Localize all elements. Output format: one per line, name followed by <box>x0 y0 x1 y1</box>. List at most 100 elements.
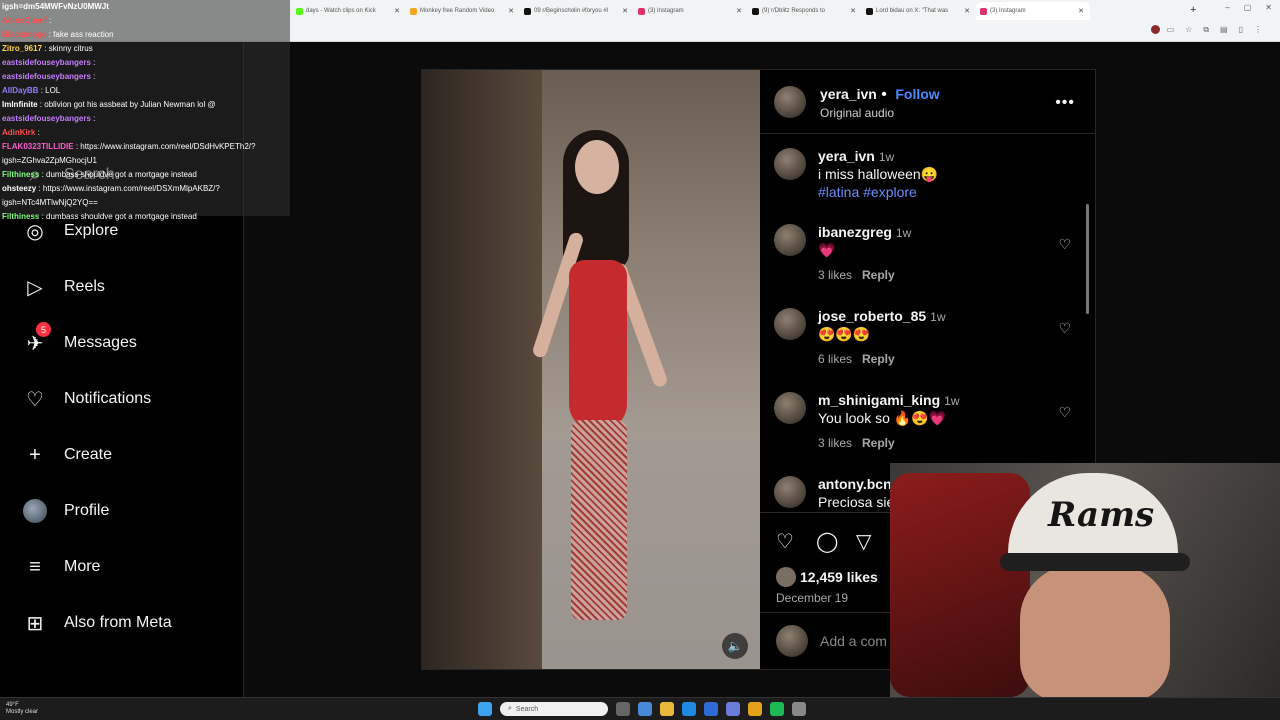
chrome-icon[interactable] <box>748 702 762 716</box>
share-icon[interactable]: ▽ <box>856 529 871 554</box>
comment-avatar[interactable] <box>774 308 806 340</box>
close-tab-icon[interactable]: ✕ <box>964 7 970 15</box>
comment-username[interactable]: m_shinigami_king <box>818 392 940 408</box>
chat-username[interactable]: ohsteezy <box>2 184 36 193</box>
maximize-button[interactable]: ▢ <box>1244 3 1252 12</box>
obs-icon[interactable] <box>792 702 806 716</box>
sidebar-item-also-from-meta[interactable]: ⊞ Also from Meta <box>22 610 172 636</box>
extensions-icon[interactable]: ⧉ <box>1203 25 1209 35</box>
mute-icon[interactable]: 🔈 <box>722 633 748 659</box>
discord-icon[interactable] <box>726 702 740 716</box>
comment-avatar[interactable] <box>774 476 806 508</box>
close-tab-icon[interactable]: ✕ <box>1078 7 1084 15</box>
taskbar-search[interactable]: ⌕ Search <box>500 702 608 716</box>
cap-brim <box>1000 553 1190 571</box>
sidebar-item-reels[interactable]: ▷ Reels <box>22 274 105 300</box>
sidebar-item-create[interactable]: + Create <box>22 442 112 468</box>
sidebar-item-more[interactable]: ≡ More <box>22 554 100 580</box>
sidebar-item-messages[interactable]: ✈ 5 Messages <box>22 322 137 356</box>
comment-username[interactable]: ibanezgreg <box>818 224 892 240</box>
file-explorer-icon[interactable] <box>660 702 674 716</box>
star-icon[interactable]: ☆ <box>1185 25 1192 35</box>
chat-username[interactable]: FLAK0323TILLIDIE <box>2 142 74 151</box>
chat-username[interactable]: eastsidefouseybangers <box>2 58 91 67</box>
close-tab-icon[interactable]: ✕ <box>622 7 628 15</box>
comment-like-heart-icon[interactable]: ♡ <box>1058 320 1071 337</box>
browser-tab[interactable]: (3) Instagram ✕ <box>976 2 1090 20</box>
close-tab-icon[interactable]: ✕ <box>508 7 514 15</box>
reply-button[interactable]: Reply <box>862 436 895 450</box>
chat-message: FLAK0323TILLIDIE : https://www.instagram… <box>2 140 288 154</box>
comment-username[interactable]: antony.bcn <box>818 476 892 492</box>
reply-button[interactable]: Reply <box>862 352 895 366</box>
comments-scrollbar[interactable] <box>1086 204 1089 314</box>
comment-icon[interactable]: ◯ <box>816 529 838 554</box>
minimize-button[interactable]: – <box>1225 3 1229 12</box>
more-options-icon[interactable]: ••• <box>1055 94 1075 112</box>
comment-text: 💗 <box>818 242 836 258</box>
like-count[interactable]: 12,459 likes <box>800 569 878 585</box>
reading-list-icon[interactable]: ▤ <box>1220 25 1228 35</box>
cast-icon[interactable]: ▭ <box>1167 25 1175 35</box>
profile-avatar[interactable] <box>1151 25 1161 34</box>
add-comment-input[interactable]: Add a com <box>820 633 887 649</box>
chat-username[interactable]: Blackanege <box>2 30 46 39</box>
chat-text: : <box>93 58 96 67</box>
browser-tab[interactable]: 09 r/Beginscholin #foryou #l ✕ <box>520 2 634 20</box>
sidebar-icon[interactable]: ▯ <box>1239 25 1243 35</box>
browser-tab[interactable]: days - Watch clips on Kick ✕ <box>292 2 406 20</box>
app-icon[interactable] <box>704 702 718 716</box>
chat-username[interactable]: Filthiness <box>2 170 39 179</box>
close-tab-icon[interactable]: ✕ <box>736 7 742 15</box>
audio-label[interactable]: Original audio <box>820 106 894 120</box>
task-view-icon[interactable] <box>616 702 630 716</box>
caption-hashtags[interactable]: #latina #explore <box>818 184 917 200</box>
comment-like-heart-icon[interactable]: ♡ <box>1058 404 1071 421</box>
weather-widget[interactable]: 49°F Mostly clear <box>6 702 38 716</box>
caption-avatar[interactable] <box>774 148 806 180</box>
chat-message: Blackanege : fake ass reaction <box>2 28 288 42</box>
chat-username[interactable]: AdinKirk <box>2 128 35 137</box>
chat-text: igsh=ZGhva2ZpMGhocjU1 <box>2 156 97 165</box>
copilot-icon[interactable] <box>638 702 652 716</box>
comment-avatar[interactable] <box>774 224 806 256</box>
sidebar-item-profile[interactable]: Profile <box>22 498 109 524</box>
chat-username[interactable]: igsh=dm54MWFvNzU0MWJt <box>2 2 109 11</box>
chat-username[interactable]: ImInfinite <box>2 100 38 109</box>
browser-tab[interactable]: Monkey free Random Video ✕ <box>406 2 520 20</box>
comment-avatar[interactable] <box>774 392 806 424</box>
close-window-button[interactable]: ✕ <box>1265 3 1272 12</box>
windows-start-icon[interactable] <box>478 702 492 716</box>
author-username[interactable]: yera_ivn <box>820 86 877 102</box>
like-heart-icon[interactable]: ♡ <box>776 529 794 554</box>
chat-username[interactable]: AllDayBB <box>2 86 38 95</box>
chat-username[interactable]: AdinsQueef <box>2 16 47 25</box>
comment-username[interactable]: jose_roberto_85 <box>818 308 926 324</box>
weather-temp: 49°F <box>6 702 19 708</box>
comment-likes[interactable]: 3 likes <box>818 436 852 450</box>
sidebar-item-notifications[interactable]: ♡ Notifications <box>22 386 151 412</box>
kebab-menu-icon[interactable]: ⋮ <box>1254 25 1262 35</box>
browser-tab[interactable]: (9) r/Dblitz Responds to ✕ <box>748 2 862 20</box>
post-video[interactable]: 🔈 <box>422 70 760 669</box>
comment-likes[interactable]: 3 likes <box>818 268 852 282</box>
search-icon: ⌕ <box>508 705 512 712</box>
caption-username[interactable]: yera_ivn <box>818 148 875 164</box>
comment-likes[interactable]: 6 likes <box>818 352 852 366</box>
chat-username[interactable]: Filthiness <box>2 212 39 221</box>
tab-title: days - Watch clips on Kick <box>306 8 376 14</box>
new-tab-button[interactable]: + <box>1190 4 1196 16</box>
spotify-icon[interactable] <box>770 702 784 716</box>
follow-button[interactable]: Follow <box>895 86 939 102</box>
edge-icon[interactable] <box>682 702 696 716</box>
chat-username[interactable]: Zitro_9617 <box>2 44 42 53</box>
close-tab-icon[interactable]: ✕ <box>394 7 400 15</box>
reply-button[interactable]: Reply <box>862 268 895 282</box>
close-tab-icon[interactable]: ✕ <box>850 7 856 15</box>
browser-tab[interactable]: (3) Instagram ✕ <box>634 2 748 20</box>
author-avatar[interactable] <box>774 86 806 118</box>
chat-username[interactable]: eastsidefouseybangers <box>2 72 91 81</box>
browser-tab[interactable]: Lord bidau on X: "That was ✕ <box>862 2 976 20</box>
chat-username[interactable]: eastsidefouseybangers <box>2 114 91 123</box>
comment-like-heart-icon[interactable]: ♡ <box>1058 236 1071 253</box>
